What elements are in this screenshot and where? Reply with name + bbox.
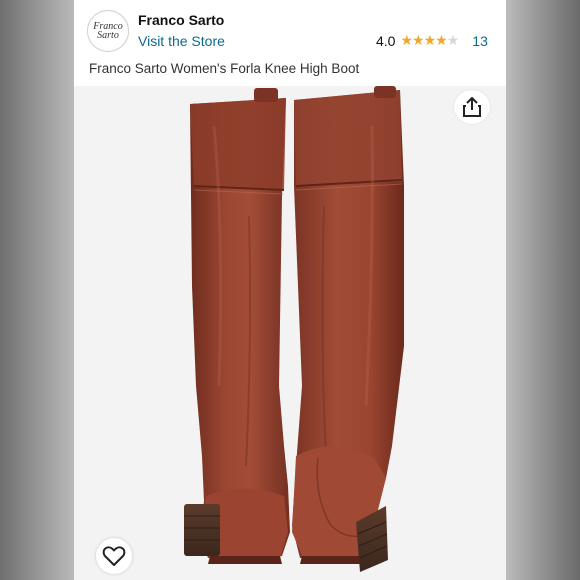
store-name: Franco Sarto bbox=[138, 12, 225, 28]
share-button[interactable] bbox=[454, 90, 490, 124]
rating-value: 4.0 bbox=[376, 32, 396, 49]
product-card: Franco Sarto Franco Sarto Visit the Stor… bbox=[74, 0, 506, 580]
boots-image bbox=[184, 86, 404, 572]
star-empty-icon: ★ bbox=[446, 32, 460, 48]
right-boot bbox=[292, 86, 404, 572]
star-filled-icon: ★ bbox=[423, 32, 437, 48]
like-button[interactable] bbox=[96, 538, 132, 574]
star-filled-icon: ★ bbox=[400, 32, 413, 48]
visit-store-link[interactable]: Visit the Store bbox=[138, 33, 225, 49]
share-icon bbox=[463, 97, 481, 117]
store-logo[interactable]: Franco Sarto bbox=[87, 10, 129, 52]
left-boot bbox=[184, 88, 290, 564]
heart-icon bbox=[102, 546, 126, 566]
product-header: Franco Sarto Franco Sarto Visit the Stor… bbox=[74, 0, 506, 86]
right-background-blur bbox=[506, 0, 580, 580]
left-background-blur bbox=[0, 0, 74, 580]
rating-count-link[interactable]: 13 bbox=[472, 33, 488, 49]
rating: 4.0 ★★★★★ 13 bbox=[376, 32, 488, 49]
rating-stars: ★★★★★ bbox=[400, 32, 460, 49]
product-image[interactable] bbox=[74, 86, 506, 580]
star-filled-icon: ★ bbox=[412, 32, 425, 48]
product-title: Franco Sarto Women's Forla Knee High Boo… bbox=[89, 61, 360, 76]
store-logo-line2: Sarto bbox=[97, 30, 119, 41]
star-filled-icon: ★ bbox=[435, 32, 448, 48]
